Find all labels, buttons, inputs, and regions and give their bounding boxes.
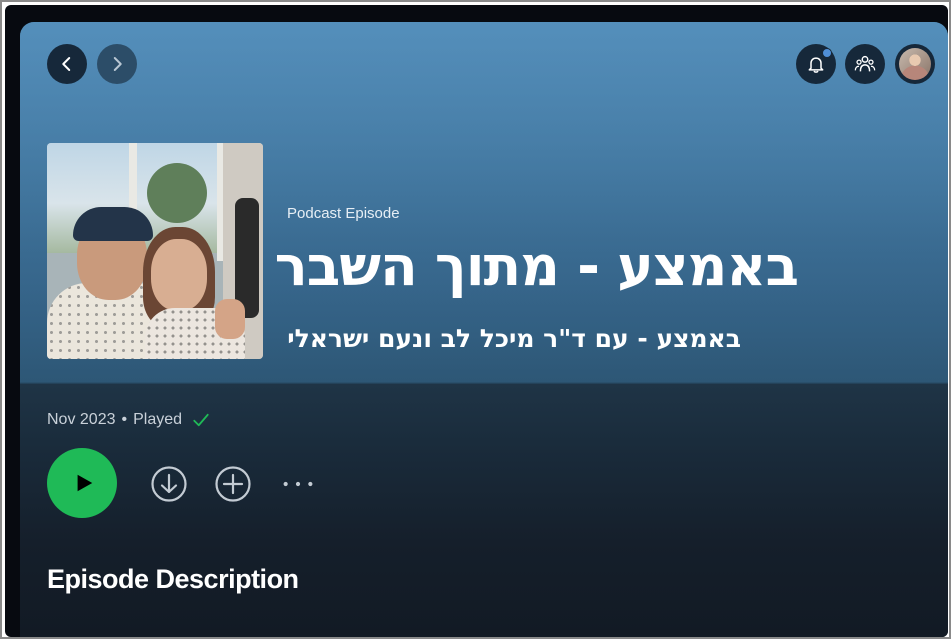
episode-title: באמצע - מתוך השבר [274,234,799,298]
forward-button[interactable] [97,44,137,84]
checkmark-icon [193,413,209,427]
device-bezel: Podcast Episode באמצע - מתוך השבר באמצע … [5,5,948,637]
played-status: Played [133,411,183,428]
show-name-link[interactable]: באמצע - עם ד"ר מיכל לב ונעם ישראלי [287,324,741,353]
content-type-label: Podcast Episode [287,205,400,222]
profile-button[interactable] [895,44,935,84]
episode-description-heading: Episode Description [47,564,299,594]
download-button[interactable] [150,465,188,503]
avatar [899,48,931,80]
meta-separator: • [121,411,128,428]
friends-icon [854,55,876,72]
episode-page: Podcast Episode באמצע - מתוך השבר באמצע … [20,22,948,637]
notification-dot [822,48,832,58]
release-date: Nov 2023 [47,411,116,428]
screenshot-frame: Podcast Episode באמצע - מתוך השבר באמצע … [0,0,951,639]
notifications-button[interactable] [796,44,836,84]
chevron-right-icon [113,57,122,71]
play-icon [77,474,92,492]
play-button[interactable] [47,448,117,518]
add-circle-icon [215,466,251,502]
chevron-left-icon [62,57,71,71]
download-circle-icon [151,466,187,502]
episode-meta: Nov 2023 • Played [47,411,210,429]
add-to-library-button[interactable] [214,465,252,503]
more-options-icon [283,481,313,487]
back-button[interactable] [47,44,87,84]
more-options-button[interactable] [278,465,318,503]
friend-activity-button[interactable] [845,44,885,84]
episode-cover-image [47,143,263,359]
